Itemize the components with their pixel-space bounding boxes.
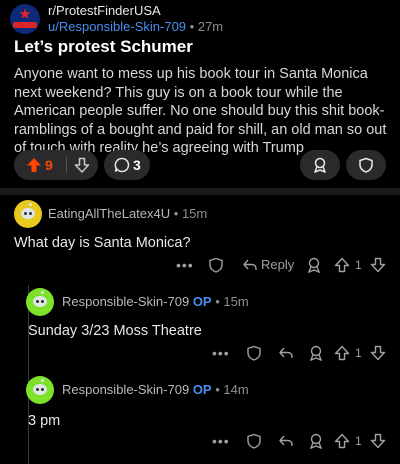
comment-text: What day is Santa Monica? <box>14 235 191 251</box>
op-badge: OP <box>192 382 212 397</box>
subreddit-name[interactable]: r/ProtestFinderUSA <box>48 3 161 18</box>
shield-icon[interactable] <box>208 257 224 273</box>
more-icon[interactable]: ••• <box>212 345 230 361</box>
downvote-icon[interactable] <box>370 433 386 449</box>
comments-button[interactable]: 3 <box>104 150 150 180</box>
avatar[interactable] <box>14 200 42 228</box>
vote-count: 1 <box>355 434 362 448</box>
post-title[interactable]: Let’s protest Schumer <box>14 37 193 57</box>
vote-count: 9 <box>45 157 53 173</box>
comment: EatingAllTheLatex4U • 15m What day is Sa… <box>0 195 400 285</box>
comment-author[interactable]: EatingAllTheLatex4U <box>48 206 170 221</box>
comment-author-line: Responsible-Skin-709 OP • 14m <box>62 382 249 397</box>
post-author[interactable]: u/Responsible-Skin-709 <box>48 19 186 34</box>
vote-divider <box>66 157 67 173</box>
upvote-icon[interactable] <box>334 345 350 361</box>
subreddit-avatar[interactable] <box>10 4 40 34</box>
snoo-face <box>21 208 35 219</box>
vote-count: 1 <box>355 258 362 272</box>
award-icon[interactable] <box>308 345 324 361</box>
snoo-face <box>33 296 47 307</box>
reply-icon[interactable] <box>278 345 294 361</box>
comment: Responsible-Skin-709 OP • 15m Sunday 3/2… <box>0 285 400 373</box>
post-body: Anyone want to mess up his book tour in … <box>14 66 387 156</box>
post-divider <box>0 188 400 195</box>
vote-bar: 9 <box>14 150 98 180</box>
shield-icon[interactable] <box>246 345 262 361</box>
avatar[interactable] <box>26 376 54 404</box>
downvote-icon[interactable] <box>370 345 386 361</box>
downvote-icon[interactable] <box>370 257 386 273</box>
comment: Responsible-Skin-709 OP • 14m 3 pm ••• 1 <box>0 373 400 464</box>
more-icon[interactable]: ••• <box>176 257 194 273</box>
antenna <box>41 291 44 294</box>
award-icon[interactable] <box>308 433 324 449</box>
comment-author[interactable]: Responsible-Skin-709 <box>62 294 189 309</box>
reply-button[interactable]: Reply <box>261 257 294 272</box>
award-icon <box>314 157 326 173</box>
meta-separator: • <box>215 382 220 397</box>
reply-icon[interactable] <box>278 433 294 449</box>
comment-count: 3 <box>133 157 141 173</box>
snoo-face <box>33 384 47 395</box>
post-meta: u/Responsible-Skin-709 • 27m <box>48 19 223 34</box>
op-badge: OP <box>192 294 212 309</box>
mod-shield-button[interactable] <box>346 150 386 180</box>
award-icon[interactable] <box>306 257 322 273</box>
upvote-icon[interactable] <box>334 433 350 449</box>
reply-icon[interactable] <box>242 257 258 273</box>
meta-separator: • <box>173 206 179 221</box>
avatar[interactable] <box>26 288 54 316</box>
comment-age: 15m <box>223 294 249 309</box>
downvote-icon[interactable] <box>74 157 90 173</box>
more-icon[interactable]: ••• <box>212 433 230 449</box>
upvote-icon[interactable] <box>334 257 350 273</box>
comment-text: 3 pm <box>28 413 61 429</box>
vote-count: 1 <box>355 346 362 360</box>
antenna <box>29 203 32 206</box>
shield-icon <box>359 157 373 173</box>
award-button[interactable] <box>300 150 340 180</box>
star-icon <box>19 8 31 19</box>
post-age: 27m <box>197 19 224 34</box>
shield-icon[interactable] <box>246 433 262 449</box>
upvote-icon[interactable] <box>26 157 42 173</box>
comment-author-line: Responsible-Skin-709 OP • 15m <box>62 294 249 309</box>
comment-age: 15m <box>181 206 208 221</box>
comment-age: 14m <box>223 382 249 397</box>
post: r/ProtestFinderUSA u/Responsible-Skin-70… <box>0 0 400 188</box>
comment-author[interactable]: Responsible-Skin-709 <box>62 382 189 397</box>
antenna <box>41 379 44 382</box>
banner-band <box>13 22 37 28</box>
meta-separator: • <box>189 19 195 34</box>
comment-icon <box>114 157 130 173</box>
comment-text: Sunday 3/23 Moss Theatre <box>28 323 202 339</box>
meta-separator: • <box>215 294 220 309</box>
comment-author-line: EatingAllTheLatex4U • 15m <box>48 206 207 221</box>
